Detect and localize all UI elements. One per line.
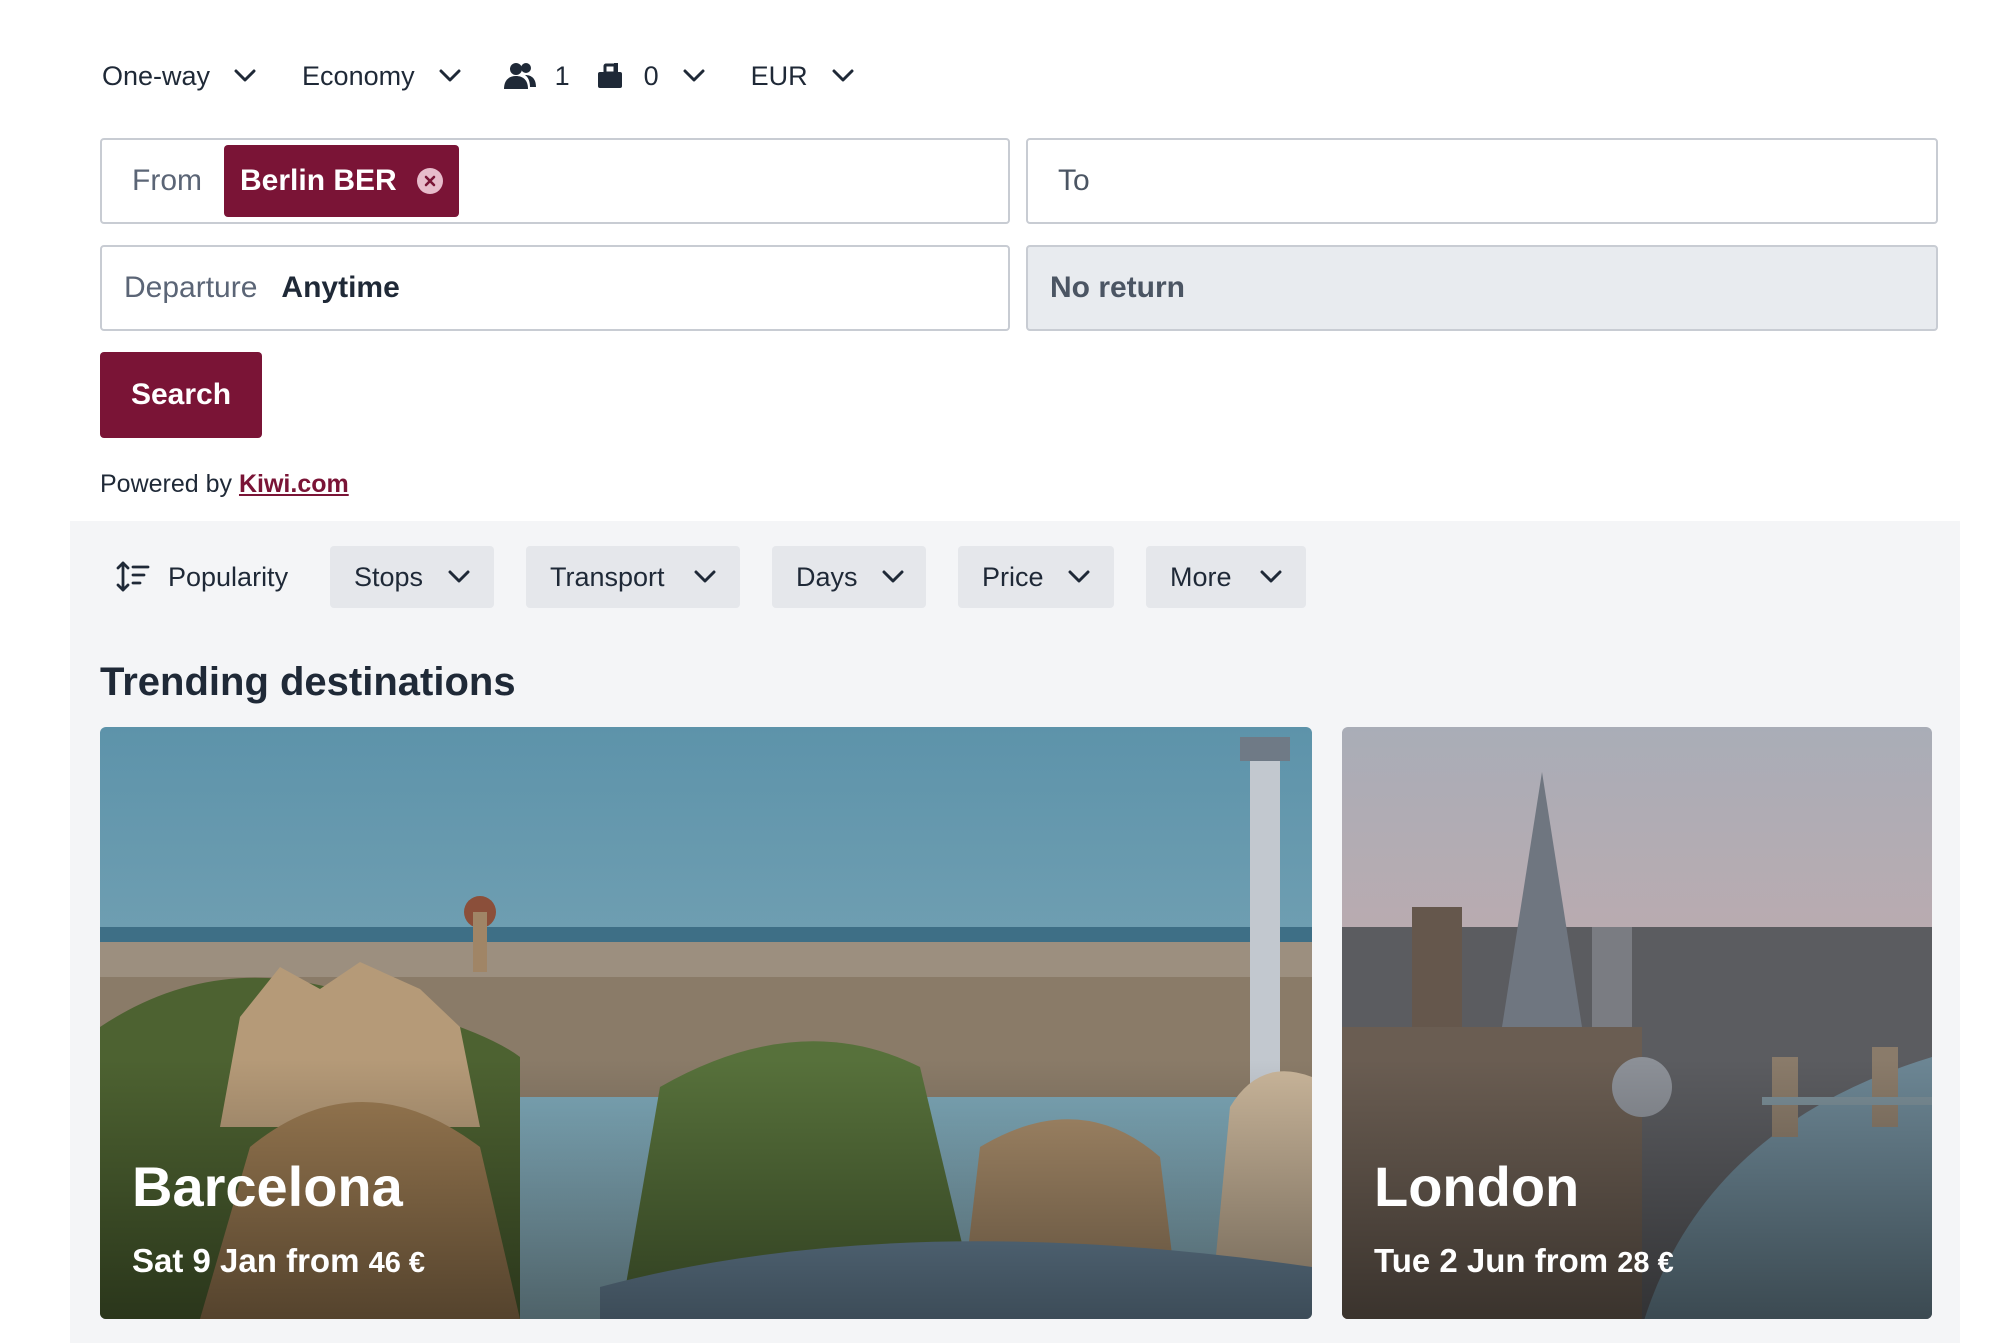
origin-chip-label: Berlin BER — [240, 164, 397, 197]
from-label: From — [132, 164, 202, 197]
chevron-down-icon — [694, 570, 716, 584]
from-field[interactable]: From Berlin BER — [100, 138, 1010, 224]
departure-value: Anytime — [281, 271, 400, 304]
more-filter-button[interactable]: More — [1146, 546, 1306, 608]
passenger-count: 1 — [554, 60, 570, 91]
currency-select[interactable]: EUR — [751, 61, 854, 92]
chevron-down-icon — [832, 69, 854, 83]
powered-by-text: Powered by — [100, 470, 233, 498]
to-label: To — [1058, 164, 1090, 197]
card-city: Barcelona — [132, 1155, 403, 1218]
bag-icon — [596, 62, 624, 90]
card-price: 28 € — [1617, 1247, 1674, 1279]
powered-by: Powered by Kiwi.com — [100, 470, 349, 499]
chevron-down-icon — [234, 69, 256, 83]
search-button[interactable]: Search — [100, 352, 262, 438]
sort-label: Popularity — [168, 561, 289, 592]
search-options-bar: One-way Economy 1 0 EUR — [102, 54, 854, 98]
card-meta: Sat 9 Jan from 46 € — [132, 1242, 425, 1280]
transport-filter-button[interactable]: Transport — [526, 546, 740, 608]
more-filter-label: More — [1170, 561, 1232, 592]
return-field[interactable]: No return — [1026, 245, 1938, 331]
card-price: 46 € — [368, 1247, 426, 1279]
departure-label: Departure — [124, 271, 258, 304]
chevron-down-icon — [448, 570, 470, 584]
card-date: Sat 9 Jan — [132, 1242, 277, 1279]
trip-type-select[interactable]: One-way — [102, 61, 256, 92]
card-from-word: from — [286, 1242, 360, 1279]
return-label: No return — [1050, 271, 1185, 304]
chevron-down-icon — [683, 69, 705, 83]
card-date: Tue 2 Jun — [1374, 1242, 1526, 1279]
chevron-down-icon — [882, 570, 904, 584]
cabin-class-select[interactable]: Economy — [302, 61, 461, 92]
destination-card-london[interactable]: London Tue 2 Jun from 28 € — [1342, 727, 1932, 1319]
stops-filter-button[interactable]: Stops — [330, 546, 494, 608]
destination-card-barcelona[interactable]: Barcelona Sat 9 Jan from 46 € — [100, 727, 1312, 1319]
price-filter-label: Price — [982, 561, 1044, 592]
to-field[interactable]: To — [1026, 138, 1938, 224]
passengers-bags-select[interactable]: 1 0 — [503, 61, 705, 92]
card-meta: Tue 2 Jun from 28 € — [1374, 1242, 1674, 1280]
clear-icon[interactable] — [416, 168, 443, 194]
departure-field[interactable]: Departure Anytime — [100, 245, 1010, 331]
days-filter-label: Days — [796, 561, 858, 592]
chevron-down-icon — [1260, 570, 1282, 584]
sort-icon — [116, 561, 150, 593]
chevron-down-icon — [1068, 570, 1090, 584]
trending-title: Trending destinations — [100, 660, 516, 704]
sort-button[interactable]: Popularity — [116, 546, 288, 608]
passengers-icon — [503, 61, 537, 91]
cabin-class-label: Economy — [302, 60, 415, 91]
bag-count: 0 — [643, 60, 659, 91]
trip-type-label: One-way — [102, 60, 211, 91]
price-filter-button[interactable]: Price — [958, 546, 1114, 608]
chevron-down-icon — [439, 69, 461, 83]
stops-filter-label: Stops — [354, 561, 424, 592]
days-filter-button[interactable]: Days — [772, 546, 926, 608]
kiwi-link[interactable]: Kiwi.com — [239, 470, 349, 498]
card-city: London — [1374, 1155, 1580, 1218]
currency-label: EUR — [750, 60, 808, 91]
origin-chip[interactable]: Berlin BER — [224, 145, 459, 217]
card-from-word: from — [1534, 1242, 1609, 1279]
transport-filter-label: Transport — [550, 561, 665, 592]
